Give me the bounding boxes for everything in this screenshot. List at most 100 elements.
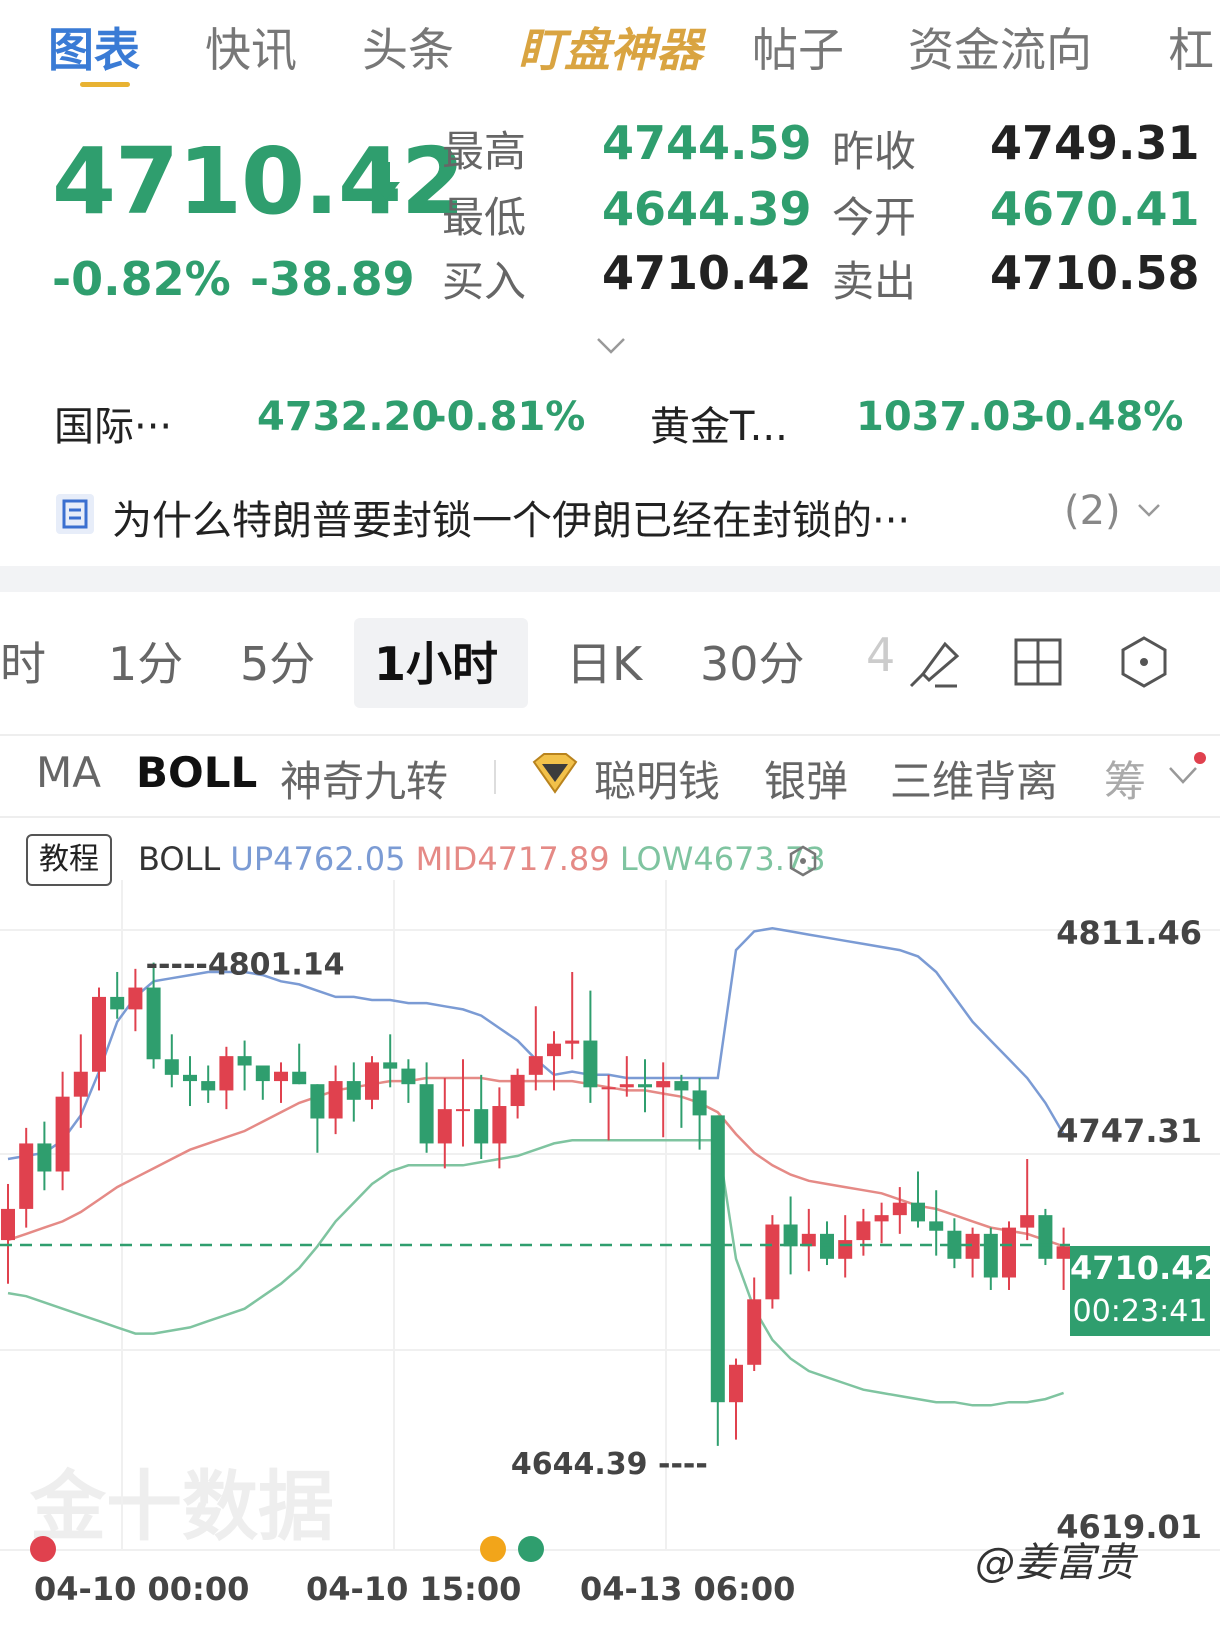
divider-line-2 xyxy=(0,816,1220,818)
candle-body-43 xyxy=(783,1224,798,1247)
event-dot-orange[interactable] xyxy=(480,1536,506,1562)
candle-body-33 xyxy=(601,1087,616,1090)
news-count[interactable]: (2) xyxy=(1064,488,1121,534)
news-headline[interactable]: 为什么特朗普要封锁一个伊朗已经在封锁的··· xyxy=(112,488,910,546)
candle-body-57 xyxy=(1038,1215,1053,1259)
indicator-silver-bullet[interactable]: 银弹 xyxy=(764,748,848,809)
period-5m[interactable]: 5分 xyxy=(240,628,315,694)
candle-body-3 xyxy=(55,1096,70,1172)
x-axis-label-3: 04-13 06:00 xyxy=(580,1570,796,1608)
related-pct-1: -0.81% xyxy=(430,394,586,440)
period-time[interactable]: 时 xyxy=(0,628,46,694)
candle-body-56 xyxy=(1020,1215,1035,1228)
draw-tool-icon[interactable] xyxy=(905,634,963,692)
candle-body-26 xyxy=(474,1109,489,1144)
y-axis-label-mid: 4747.31 xyxy=(1056,1112,1202,1150)
candle-body-28 xyxy=(510,1074,525,1107)
candle-body-11 xyxy=(201,1081,216,1091)
boll-low-path xyxy=(7,1139,1065,1407)
extreme-markers: -----4801.14 4644.39 ---- xyxy=(146,948,708,1482)
candle-body-1 xyxy=(19,1143,34,1209)
tab-fund-flow[interactable]: 资金流向 xyxy=(908,14,1092,80)
candle-body-51 xyxy=(929,1221,944,1231)
candle-body-45 xyxy=(820,1233,834,1259)
candle-body-54 xyxy=(983,1233,998,1278)
tab-chart[interactable]: 图表 xyxy=(48,14,140,80)
indicator-chips[interactable]: 筹 xyxy=(1104,748,1146,809)
settings-hex-icon[interactable] xyxy=(1116,634,1172,690)
candle-body-31 xyxy=(565,1040,580,1044)
period-1m[interactable]: 1分 xyxy=(108,628,183,694)
open-value: 4670.41 xyxy=(990,182,1200,236)
candle-body-20 xyxy=(365,1062,379,1100)
candle-body-13 xyxy=(237,1056,252,1066)
prev-close-label: 昨收 xyxy=(832,127,917,176)
news-chevron-down-icon[interactable] xyxy=(1136,502,1162,520)
candle-body-12 xyxy=(219,1056,234,1091)
period-more[interactable]: 4 xyxy=(866,628,895,682)
tab-posts[interactable]: 帖子 xyxy=(752,14,844,80)
period-30m[interactable]: 30分 xyxy=(700,628,805,694)
indicator-3d-divergence[interactable]: 三维背离 xyxy=(890,748,1058,809)
candle-body-21 xyxy=(383,1062,398,1069)
current-price-tag-countdown: 00:23:41 xyxy=(1072,1294,1208,1329)
last-price: 4710.42 xyxy=(52,128,465,235)
low-label: 最低 xyxy=(442,193,527,242)
candle-body-4 xyxy=(73,1071,88,1097)
indicator-boll[interactable]: BOLL xyxy=(136,748,257,797)
event-dot-red[interactable] xyxy=(30,1536,56,1562)
candle-body-53 xyxy=(965,1233,980,1259)
candle-body-41 xyxy=(747,1299,762,1365)
indicator-expand-chevron-icon[interactable] xyxy=(1166,764,1200,788)
related-name-1[interactable]: 国际··· xyxy=(54,394,172,452)
current-price-tag-price: 4710.42 xyxy=(1070,1249,1216,1287)
candle-body-6 xyxy=(110,996,125,1010)
bid-value: 4710.42 xyxy=(602,246,812,300)
candle-body-49 xyxy=(892,1202,907,1216)
candle-body-58 xyxy=(1056,1246,1071,1259)
tab-headlines[interactable]: 头条 xyxy=(362,14,454,80)
change-amount: -38.89 xyxy=(250,252,415,306)
high-value: 4744.59 xyxy=(602,116,812,170)
boll-mid-line xyxy=(7,1076,1065,1248)
related-pct-2: -0.48% xyxy=(1028,394,1184,440)
ask-value: 4710.58 xyxy=(990,246,1200,300)
bid-label: 买入 xyxy=(442,257,527,306)
candle-body-10 xyxy=(183,1074,197,1082)
candle-body-7 xyxy=(128,987,143,1010)
down-arrow-icon xyxy=(372,162,400,200)
chevron-down-icon[interactable] xyxy=(595,335,627,357)
candle-body-39 xyxy=(710,1115,725,1403)
layout-grid-icon[interactable] xyxy=(1012,636,1064,688)
candle-body-40 xyxy=(729,1364,743,1403)
high-label: 最高 xyxy=(442,127,527,176)
boll-low-line xyxy=(7,1139,1065,1407)
tab-flash-news[interactable]: 快讯 xyxy=(205,14,297,80)
candle-body-5 xyxy=(92,996,106,1072)
indicator-td9[interactable]: 神奇九转 xyxy=(280,748,448,809)
candle-body-25 xyxy=(456,1109,470,1112)
candle-body-15 xyxy=(274,1071,288,1082)
related-name-2[interactable]: 黄金T... xyxy=(650,394,788,452)
tab-watch-tool[interactable]: 盯盘神器 xyxy=(518,14,702,80)
candle-body-9 xyxy=(164,1059,179,1075)
boll-mid-path xyxy=(7,1076,1065,1248)
event-dot-green[interactable] xyxy=(518,1536,544,1562)
candle-body-32 xyxy=(583,1040,598,1088)
candlestick-chart[interactable]: -----4801.14 4644.39 ---- xyxy=(0,870,1220,1600)
candle-body-18 xyxy=(328,1081,343,1119)
candle-body-29 xyxy=(528,1056,543,1075)
candle-body-2 xyxy=(37,1143,52,1172)
indicator-smart-money[interactable]: 聪明钱 xyxy=(594,748,720,809)
candle-body-55 xyxy=(1002,1227,1016,1278)
candle-body-17 xyxy=(310,1084,325,1119)
y-axis-label-top: 4811.46 xyxy=(1056,914,1202,952)
indicator-separator xyxy=(494,760,496,794)
period-daily[interactable]: 日K xyxy=(566,628,642,694)
tab-more[interactable]: 杠 xyxy=(1168,14,1214,80)
indicator-ma[interactable]: MA xyxy=(36,748,101,797)
candle-body-42 xyxy=(765,1224,780,1300)
candle-body-22 xyxy=(401,1068,416,1085)
period-1h[interactable]: 1小时 xyxy=(374,628,498,694)
high-marker-label: -----4801.14 xyxy=(146,948,345,983)
